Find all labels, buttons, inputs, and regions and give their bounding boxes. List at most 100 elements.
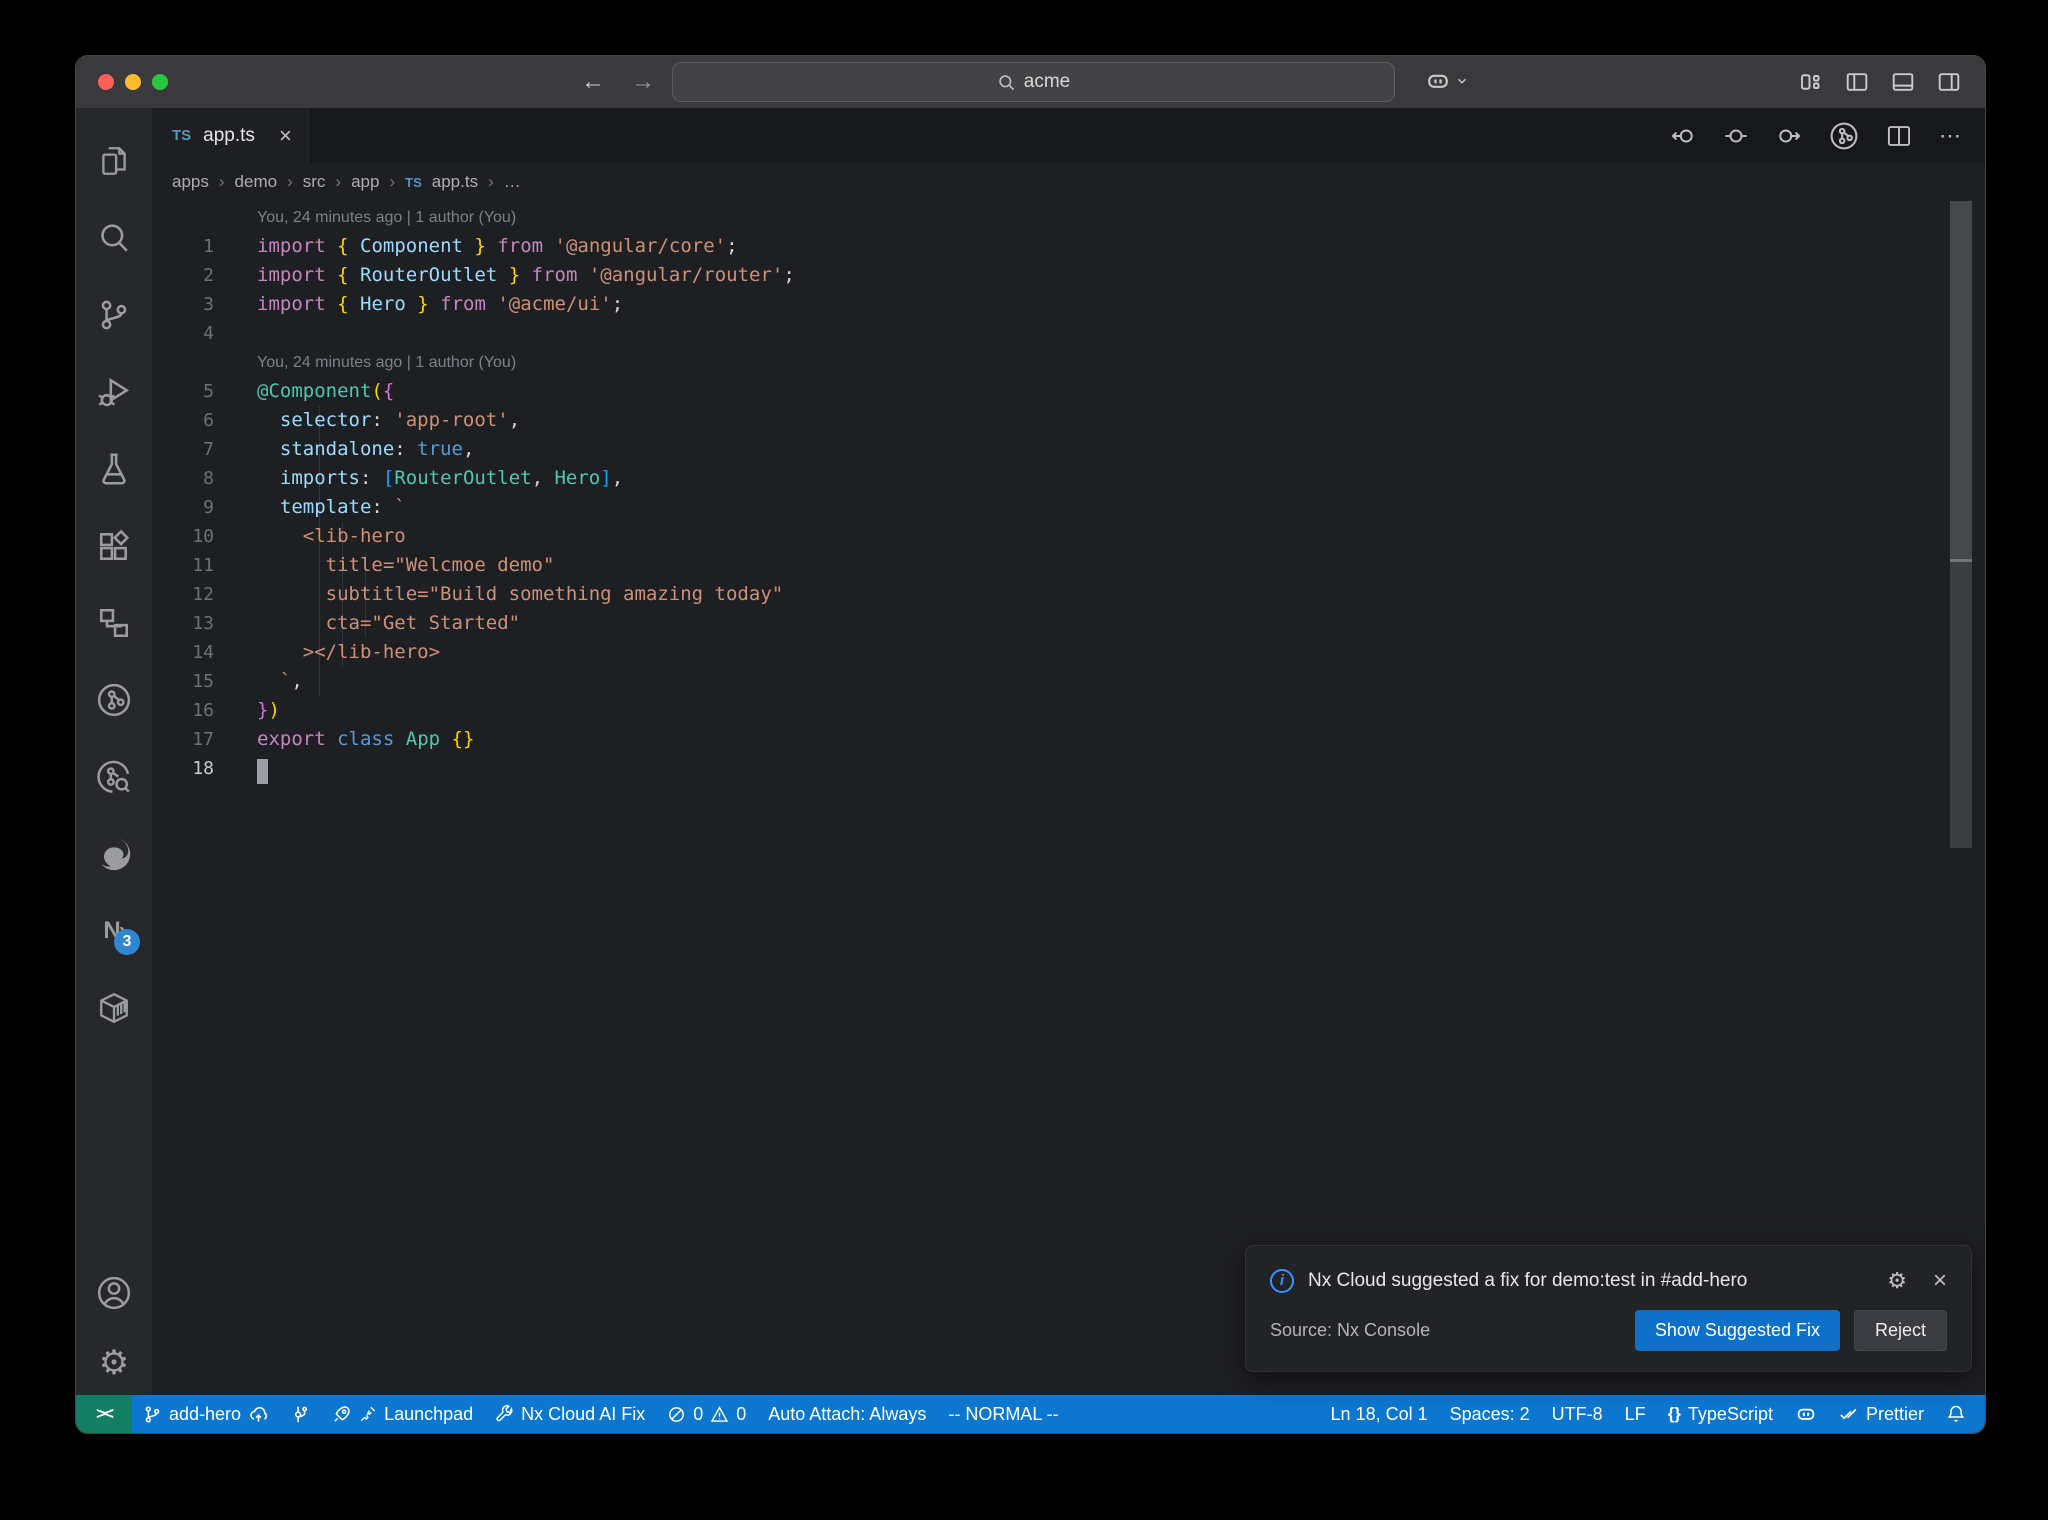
formatter-status[interactable]: Prettier bbox=[1828, 1395, 1935, 1433]
notification-close-icon[interactable]: × bbox=[1933, 1266, 1947, 1295]
search-icon bbox=[101, 223, 128, 252]
project-graph-icon bbox=[97, 683, 131, 716]
more-actions-icon[interactable]: ⋯ bbox=[1939, 123, 1963, 149]
remote-window-indicator[interactable]: >< bbox=[76, 1395, 132, 1433]
activity-run-debug[interactable] bbox=[86, 353, 142, 430]
activity-nx-console[interactable]: N› 3 bbox=[86, 892, 142, 969]
git-branch-icon bbox=[145, 1405, 160, 1423]
account-icon bbox=[97, 1276, 131, 1309]
tab-app-ts[interactable]: TS app.ts × bbox=[152, 108, 311, 163]
customize-layout-icon[interactable] bbox=[1799, 70, 1823, 94]
notifications-status[interactable] bbox=[1935, 1395, 1977, 1433]
notification-source: Source: Nx Console bbox=[1270, 1320, 1431, 1340]
previous-change-icon[interactable] bbox=[1670, 123, 1696, 149]
breadcrumb-item[interactable]: app bbox=[351, 172, 379, 192]
code-line[interactable]: export class App {} bbox=[214, 725, 474, 754]
traffic-lights bbox=[98, 74, 168, 90]
source-control-icon bbox=[101, 300, 127, 329]
code-line[interactable]: cta="Get Started" bbox=[214, 609, 520, 638]
indentation-status[interactable]: Spaces: 2 bbox=[1439, 1395, 1541, 1433]
auto-attach-status[interactable]: Auto Attach: Always bbox=[757, 1395, 937, 1433]
navigate-back-button[interactable]: ← bbox=[581, 68, 605, 96]
code-line[interactable]: `, bbox=[214, 667, 303, 696]
activity-extensions[interactable] bbox=[86, 507, 142, 584]
code-line[interactable]: import { RouterOutlet } from '@angular/r… bbox=[214, 261, 795, 290]
nx-badge: 3 bbox=[114, 929, 140, 955]
close-tab-icon[interactable]: × bbox=[279, 123, 292, 149]
git-branch-status[interactable]: add-hero bbox=[132, 1395, 280, 1433]
commits-icon bbox=[295, 1406, 308, 1422]
current-change-icon[interactable] bbox=[1723, 123, 1749, 149]
close-window-button[interactable] bbox=[98, 74, 114, 90]
reject-button[interactable]: Reject bbox=[1853, 1310, 1947, 1351]
toggle-primary-sidebar-icon[interactable] bbox=[1845, 70, 1869, 94]
commit-graph-status[interactable] bbox=[280, 1395, 321, 1433]
code-line[interactable] bbox=[214, 754, 268, 784]
code-line[interactable]: import { Component } from '@angular/core… bbox=[214, 232, 738, 261]
formatter-label: Prettier bbox=[1865, 1403, 1924, 1424]
encoding-status[interactable]: UTF-8 bbox=[1541, 1395, 1614, 1433]
line-number: 6 bbox=[203, 410, 214, 431]
graph-circle-icon[interactable] bbox=[1829, 121, 1859, 151]
vim-mode-status[interactable]: -- NORMAL -- bbox=[937, 1395, 1069, 1433]
typescript-file-icon: TS bbox=[172, 127, 192, 144]
activity-testing[interactable] bbox=[86, 430, 142, 507]
minimize-window-button[interactable] bbox=[125, 74, 141, 90]
code-line[interactable]: @Component({ bbox=[214, 377, 394, 406]
editor[interactable]: You, 24 minutes ago | 1 author (You) 1 imp… bbox=[152, 201, 1985, 1395]
breadcrumb-symbol-placeholder[interactable]: … bbox=[504, 172, 521, 192]
zoom-window-button[interactable] bbox=[152, 74, 168, 90]
code-line[interactable]: ></lib-hero> bbox=[214, 638, 440, 667]
code-line[interactable]: import { Hero } from '@acme/ui'; bbox=[214, 290, 623, 319]
line-number: 7 bbox=[203, 439, 214, 460]
activity-container[interactable] bbox=[86, 969, 142, 1046]
activity-explorer[interactable] bbox=[86, 122, 142, 199]
nx-cloud-fix-status[interactable]: Nx Cloud AI Fix bbox=[484, 1395, 656, 1433]
chevron-down-icon bbox=[1458, 78, 1466, 84]
problems-status[interactable]: 0 0 bbox=[656, 1395, 757, 1433]
code-line[interactable]: standalone: true, bbox=[214, 435, 475, 464]
code-line[interactable]: title="Welcmoe demo" bbox=[214, 551, 555, 580]
show-suggested-fix-button[interactable]: Show Suggested Fix bbox=[1634, 1310, 1840, 1351]
scrollbar-slider[interactable] bbox=[1950, 201, 1972, 559]
code-line[interactable]: imports: [RouterOutlet, Hero], bbox=[214, 464, 623, 493]
toggle-secondary-sidebar-icon[interactable] bbox=[1937, 70, 1961, 94]
cursor-position-status[interactable]: Ln 18, Col 1 bbox=[1320, 1395, 1439, 1433]
activity-source-control[interactable] bbox=[86, 276, 142, 353]
settings-gear-icon: ⚙ bbox=[98, 1344, 130, 1382]
navigate-forward-button[interactable]: → bbox=[631, 68, 655, 96]
activity-search[interactable] bbox=[86, 199, 142, 276]
scrollbar-slider-lower[interactable] bbox=[1950, 562, 1972, 848]
activity-edge-browser[interactable] bbox=[86, 815, 142, 892]
code-line[interactable]: template: ` bbox=[214, 493, 406, 522]
line-number: 10 bbox=[192, 526, 214, 547]
breadcrumb-separator-icon: › bbox=[389, 172, 396, 191]
line-number: 12 bbox=[192, 584, 214, 605]
activity-graph-search[interactable] bbox=[86, 738, 142, 815]
notification-settings-gear-icon[interactable]: ⚙ bbox=[1887, 1266, 1907, 1295]
eol-status[interactable]: LF bbox=[1614, 1395, 1657, 1433]
activity-settings[interactable]: ⚙ bbox=[86, 1331, 142, 1395]
code-line[interactable]: selector: 'app-root', bbox=[214, 406, 520, 435]
split-editor-icon[interactable] bbox=[1886, 123, 1912, 149]
next-change-icon[interactable] bbox=[1776, 123, 1802, 149]
language-status[interactable]: {} TypeScript bbox=[1657, 1395, 1784, 1433]
line-number: 3 bbox=[203, 294, 214, 315]
launchpad-status[interactable]: Launchpad bbox=[321, 1395, 484, 1433]
toggle-panel-icon[interactable] bbox=[1891, 70, 1915, 94]
code-line[interactable] bbox=[214, 319, 257, 348]
copilot-menu-button[interactable] bbox=[1425, 68, 1469, 94]
copilot-status[interactable] bbox=[1784, 1395, 1828, 1433]
run-and-debug-icon bbox=[98, 377, 130, 406]
breadcrumb-item[interactable]: src bbox=[303, 172, 326, 192]
command-center-search[interactable]: acme bbox=[672, 62, 1395, 102]
breadcrumb-item[interactable]: demo bbox=[235, 172, 278, 192]
code-line[interactable]: <lib-hero bbox=[214, 522, 406, 551]
code-line[interactable]: subtitle="Build something amazing today" bbox=[214, 580, 784, 609]
activity-project-graph[interactable] bbox=[86, 661, 142, 738]
code-line[interactable]: }) bbox=[214, 696, 280, 725]
breadcrumb-file[interactable]: app.ts bbox=[432, 172, 478, 192]
breadcrumb-item[interactable]: apps bbox=[172, 172, 209, 192]
activity-org-chart[interactable] bbox=[86, 584, 142, 661]
activity-accounts[interactable] bbox=[86, 1254, 142, 1331]
